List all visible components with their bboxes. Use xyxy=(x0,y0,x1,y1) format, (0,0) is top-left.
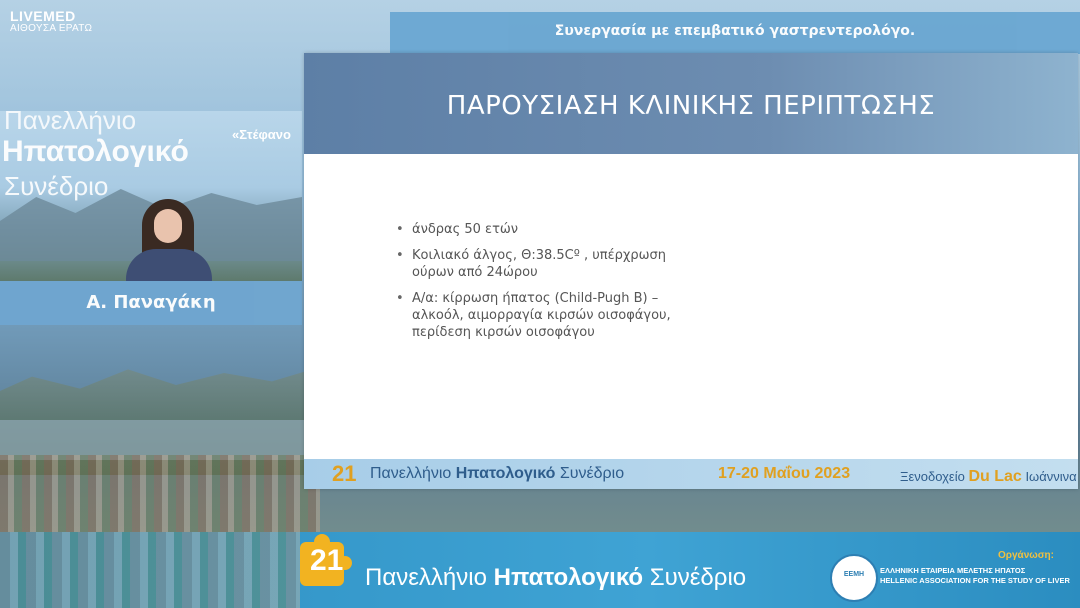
presentation-slide: ΠΑΡΟΥΣΙΑΣΗ ΚΛΙΝΙΚΗΣ ΠΕΡΙΠΤΩΣΗΣ άνδρας 50… xyxy=(304,53,1078,489)
association-name-english: HELLENIC ASSOCIATION FOR THE STUDY OF LI… xyxy=(880,576,1070,585)
topic-banner: Συνεργασία με επεμβατικό γαστρεντερολόγο… xyxy=(390,12,1080,54)
footer-conference-name: Πανελλήνιο Ηπατολογικό Συνέδριο xyxy=(370,465,625,482)
bottom-conference-bar: 21 Πανελλήνιο Ηπατολογικό Συνέδριο Οργάν… xyxy=(0,532,1080,608)
speaker-body xyxy=(126,249,212,281)
footer-venue: Ξενοδοχείο Du Lac Ιωάννινα xyxy=(900,468,1077,485)
association-name-greek: ΕΛΛΗΝΙΚΗ ΕΤΑΙΡΕΙΑ ΜΕΛΕΤΗΣ ΗΠΑΤΟΣ xyxy=(880,566,1026,575)
brand-name: LIVEMED xyxy=(10,8,76,24)
speaker-face xyxy=(154,209,182,243)
seal-text: ΕΕΜΗ xyxy=(843,571,865,578)
background-lake xyxy=(0,420,320,460)
speaker-video: Πανελλήνιο Ηπατολογικό Συνέδριο «Στέφανο xyxy=(0,111,302,281)
association-seal-icon: ΕΕΜΗ xyxy=(830,554,878,602)
slide-header: ΠΑΡΟΥΣΙΑΣΗ ΚΛΙΝΙΚΗΣ ΠΕΡΙΠΤΩΣΗΣ xyxy=(304,53,1078,154)
speaker-name-bar: Α. Παναγάκη xyxy=(0,281,302,325)
edition-number: 21 xyxy=(310,544,344,577)
slide-title: ΠΑΡΟΥΣΙΑΣΗ ΚΛΙΝΙΚΗΣ ΠΕΡΙΠΤΩΣΗΣ xyxy=(446,91,936,121)
backdrop-text-3: Συνέδριο xyxy=(4,171,109,201)
backdrop-text-1: Πανελλήνιο xyxy=(4,111,137,135)
background-town xyxy=(0,455,320,535)
room-name: ΑΙΘΟΥΣΑ ΕΡΑΤΩ xyxy=(10,23,93,34)
conference-title: Πανελλήνιο Ηπατολογικό Συνέδριο xyxy=(365,564,747,591)
slide-bullet-list: άνδρας 50 ετών Κοιλιακό άλγος, Θ:38.5Cº … xyxy=(396,221,696,350)
footer-edition-number: 21 xyxy=(332,461,357,486)
speaker-name: Α. Παναγάκη xyxy=(86,292,216,313)
backdrop-text-2: Ηπατολογικό xyxy=(2,135,189,168)
backdrop-quote: «Στέφανο xyxy=(232,127,291,142)
speaker-figure xyxy=(120,199,216,281)
broadcast-logo: LIVEMED ΑΙΘΟΥΣΑ ΕΡΑΤΩ xyxy=(10,8,92,34)
slide-footer: 21 Πανελλήνιο Ηπατολογικό Συνέδριο 17-20… xyxy=(304,459,1078,489)
slide-bullet: Α/α: κίρρωση ήπατος (Child-Pugh B) – αλκ… xyxy=(396,290,696,341)
footer-dates: 17-20 Μαΐου 2023 xyxy=(718,465,851,482)
organizer-label: Οργάνωση: xyxy=(998,550,1054,561)
slide-bullet: Κοιλιακό άλγος, Θ:38.5Cº , υπέρχρωση ούρ… xyxy=(396,247,696,281)
slide-bullet: άνδρας 50 ετών xyxy=(396,221,696,238)
association-name: ΕΛΛΗΝΙΚΗ ΕΤΑΙΡΕΙΑ ΜΕΛΕΤΗΣ ΗΠΑΤΟΣ HELLENI… xyxy=(880,566,1070,586)
bottom-town-image xyxy=(0,532,300,608)
topic-text: Συνεργασία με επεμβατικό γαστρεντερολόγο… xyxy=(554,23,916,39)
